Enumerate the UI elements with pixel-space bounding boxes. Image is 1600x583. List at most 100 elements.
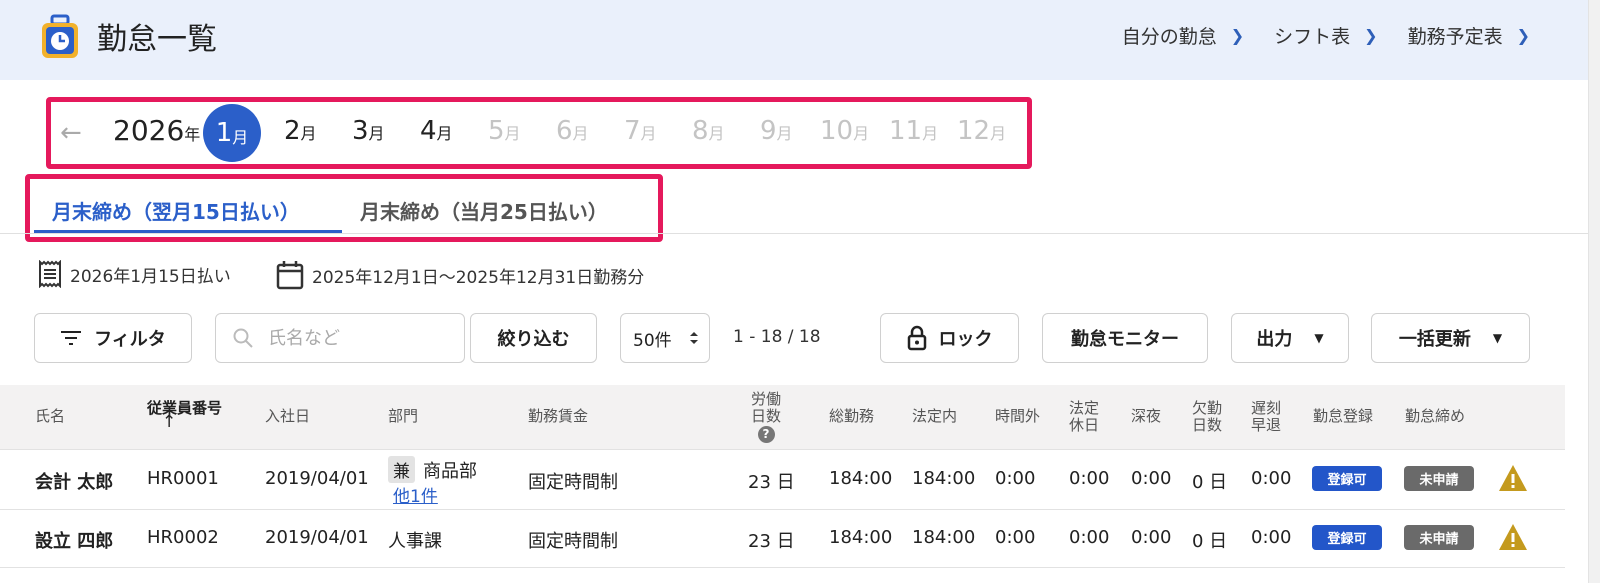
header-line: 早退	[1251, 416, 1282, 434]
column-header-total-work[interactable]: 総勤務	[829, 408, 874, 425]
column-header-work-days[interactable]: 労働 日数 ?	[748, 391, 784, 443]
column-header-attendance-closing[interactable]: 勤怠締め	[1405, 408, 1465, 425]
month-unit: 月	[922, 124, 939, 143]
lock-button-label: ロック	[938, 329, 993, 350]
search-input[interactable]	[268, 327, 448, 349]
column-header-employee-number[interactable]: 従業員番号	[147, 400, 222, 417]
output-button-label: 出力	[1256, 329, 1293, 350]
legal-holiday: 0:00	[1069, 468, 1110, 489]
chevron-right-icon: ❯	[1516, 26, 1530, 45]
month-button-4[interactable]: 4月	[420, 116, 453, 146]
tab-closing-current-month-25[interactable]: 月末締め（当月25日払い）	[360, 196, 608, 225]
employee-name[interactable]: 設立 四郎	[35, 527, 113, 553]
closing-status-badge: 未申請	[1404, 525, 1474, 550]
lock-icon	[907, 325, 926, 351]
shift-table-link[interactable]: シフト表 ❯	[1274, 22, 1377, 49]
month-unit: 月	[853, 124, 870, 143]
select-arrows-icon	[690, 332, 698, 344]
column-header-department[interactable]: 部門	[388, 408, 418, 425]
tab-closing-next-month-15[interactable]: 月末締め（翌月15日払い）	[52, 196, 300, 225]
month-button-9: 9月	[760, 116, 793, 146]
page-scrollbar[interactable]	[1588, 0, 1600, 583]
warning-icon[interactable]	[1497, 463, 1529, 493]
work-period-info: 2025年12月1日～2025年12月31日勤務分	[276, 260, 644, 290]
month-unit: 月	[708, 124, 725, 143]
search-field[interactable]	[215, 313, 465, 363]
year-value: 2026	[113, 114, 185, 147]
month-button-1[interactable]: 1月	[203, 104, 261, 162]
my-attendance-link[interactable]: 自分の勤怠 ❯	[1122, 22, 1244, 49]
bulk-update-dropdown-button[interactable]: 一括更新 ▼	[1371, 313, 1530, 363]
department-name: 商品部	[423, 461, 477, 482]
filter-icon	[61, 331, 82, 345]
sort-ascending-icon[interactable]: ↑	[162, 414, 176, 431]
bulk-update-button-label: 一括更新	[1398, 329, 1471, 350]
year-label: 2026年	[113, 114, 200, 147]
arrow-left-icon[interactable]: ←	[60, 118, 82, 148]
schedule-table-link[interactable]: 勤務予定表 ❯	[1408, 22, 1530, 49]
help-icon[interactable]: ?	[757, 426, 775, 443]
month-unit: 月	[436, 124, 453, 143]
month-button-2[interactable]: 2月	[284, 116, 317, 146]
overtime: 0:00	[995, 527, 1036, 548]
absent-days: 0 日	[1192, 472, 1228, 493]
page-title: 勤怠一覧	[97, 22, 217, 57]
column-header-legal-holiday[interactable]: 法定 休日	[1069, 400, 1099, 434]
wage-type: 固定時間制	[528, 531, 618, 552]
row-divider	[0, 509, 1565, 510]
receipt-icon	[39, 260, 61, 288]
column-header-late-early[interactable]: 遅刻 早退	[1251, 400, 1281, 434]
calendar-icon	[276, 261, 304, 290]
month-number: 10	[820, 116, 854, 146]
caret-down-icon: ▼	[1492, 331, 1503, 345]
header-line: 労働	[750, 390, 781, 408]
month-button-11: 11月	[889, 116, 938, 146]
lock-button[interactable]: ロック	[880, 313, 1019, 363]
column-header-within-legal[interactable]: 法定内	[912, 408, 957, 425]
tab-divider	[0, 233, 1588, 234]
filter-button[interactable]: フィルタ	[34, 313, 192, 363]
column-header-absent-days[interactable]: 欠勤 日数	[1192, 400, 1222, 434]
month-unit: 月	[776, 124, 793, 143]
per-page-value: 50件	[633, 330, 672, 351]
month-number: 6	[556, 116, 573, 146]
column-header-overtime[interactable]: 時間外	[995, 408, 1040, 425]
column-header-wage[interactable]: 勤務賃金	[528, 408, 588, 425]
narrow-down-button[interactable]: 絞り込む	[470, 313, 597, 363]
header-line: 日数	[750, 407, 781, 425]
total-work: 184:00	[829, 527, 893, 548]
wage-type: 固定時間制	[528, 472, 618, 493]
overtime: 0:00	[995, 468, 1036, 489]
per-page-select[interactable]: 50件	[620, 313, 710, 363]
month-button-3[interactable]: 3月	[352, 116, 385, 146]
month-number: 1	[215, 118, 233, 148]
column-header-attendance-registration[interactable]: 勤怠登録	[1313, 408, 1373, 425]
schedule-table-link-label: 勤務予定表	[1407, 26, 1503, 48]
attendance-monitor-button[interactable]: 勤怠モニター	[1042, 313, 1208, 363]
month-number: 11	[889, 116, 923, 146]
employee-number: HR0001	[147, 468, 219, 489]
pay-date: 2026年1月15日払い	[70, 266, 231, 287]
filter-button-label: フィルタ	[94, 329, 166, 350]
header-line: 日数	[1192, 416, 1223, 434]
late-night: 0:00	[1131, 468, 1172, 489]
month-number: 7	[624, 116, 641, 146]
column-header-name[interactable]: 氏名	[35, 408, 65, 425]
page-header: 勤怠一覧 自分の勤怠 ❯ シフト表 ❯ 勤務予定表 ❯	[0, 0, 1600, 80]
month-button-8: 8月	[692, 116, 725, 146]
month-button-5: 5月	[488, 116, 521, 146]
column-header-late-night[interactable]: 深夜	[1131, 408, 1161, 425]
employee-name[interactable]: 会計 太郎	[35, 468, 113, 494]
legal-holiday: 0:00	[1069, 527, 1110, 548]
month-button-12: 12月	[957, 116, 1006, 146]
column-header-hire-date[interactable]: 入社日	[265, 408, 310, 425]
month-number: 5	[488, 116, 505, 146]
output-dropdown-button[interactable]: 出力 ▼	[1231, 313, 1349, 363]
row-divider	[0, 567, 1565, 568]
warning-icon[interactable]	[1497, 522, 1529, 552]
work-period: 2025年12月1日～2025年12月31日勤務分	[312, 267, 645, 288]
month-unit: 月	[368, 124, 385, 143]
department-more-link-label[interactable]: 他1件	[393, 487, 438, 507]
concurrent-tag: 兼	[388, 456, 415, 483]
department-more-link[interactable]: 他1件	[393, 482, 438, 507]
